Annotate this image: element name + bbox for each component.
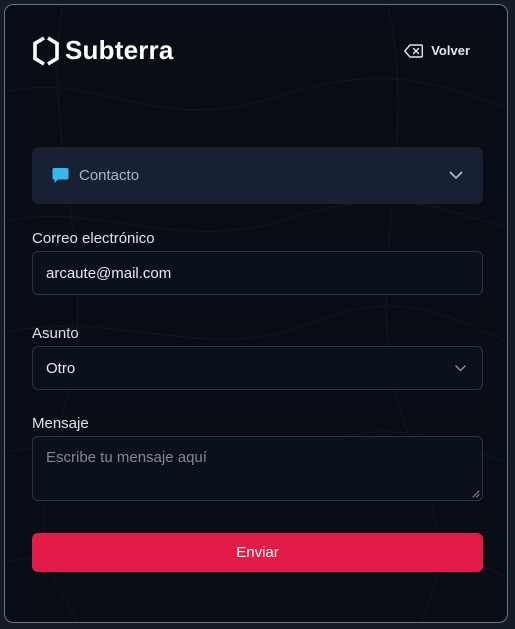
chat-bubble-icon — [52, 168, 69, 183]
email-value: arcaute@mail.com — [46, 264, 172, 282]
submit-button[interactable]: Enviar — [32, 533, 483, 572]
message-label: Mensaje — [32, 415, 89, 432]
subject-value: Otro — [46, 359, 76, 377]
hexagon-logo-icon — [33, 35, 59, 66]
back-label: Volver — [431, 43, 470, 58]
brand-name: Subterra — [65, 35, 174, 65]
chevron-down-icon — [449, 171, 463, 179]
subject-label: Asunto — [32, 325, 79, 342]
email-field[interactable]: arcaute@mail.com — [32, 251, 483, 295]
resize-handle-icon[interactable] — [472, 490, 480, 498]
background-pattern — [5, 5, 507, 622]
brand-logo[interactable]: Subterra — [32, 35, 174, 66]
subject-select[interactable]: Otro — [32, 346, 483, 390]
topic-label: Contacto — [79, 167, 140, 184]
chevron-down-icon — [455, 364, 466, 371]
email-label: Correo electrónico — [32, 230, 155, 247]
topic-dropdown[interactable]: Contacto — [32, 147, 483, 204]
message-textarea[interactable]: Escribe tu mensaje aquí — [32, 436, 483, 501]
backspace-icon — [404, 43, 424, 58]
message-placeholder: Escribe tu mensaje aquí — [46, 449, 207, 466]
header: Subterra Volver — [32, 33, 480, 69]
contact-card: Subterra Volver Contacto Correo electrón… — [4, 4, 508, 623]
back-button[interactable]: Volver — [404, 43, 470, 58]
